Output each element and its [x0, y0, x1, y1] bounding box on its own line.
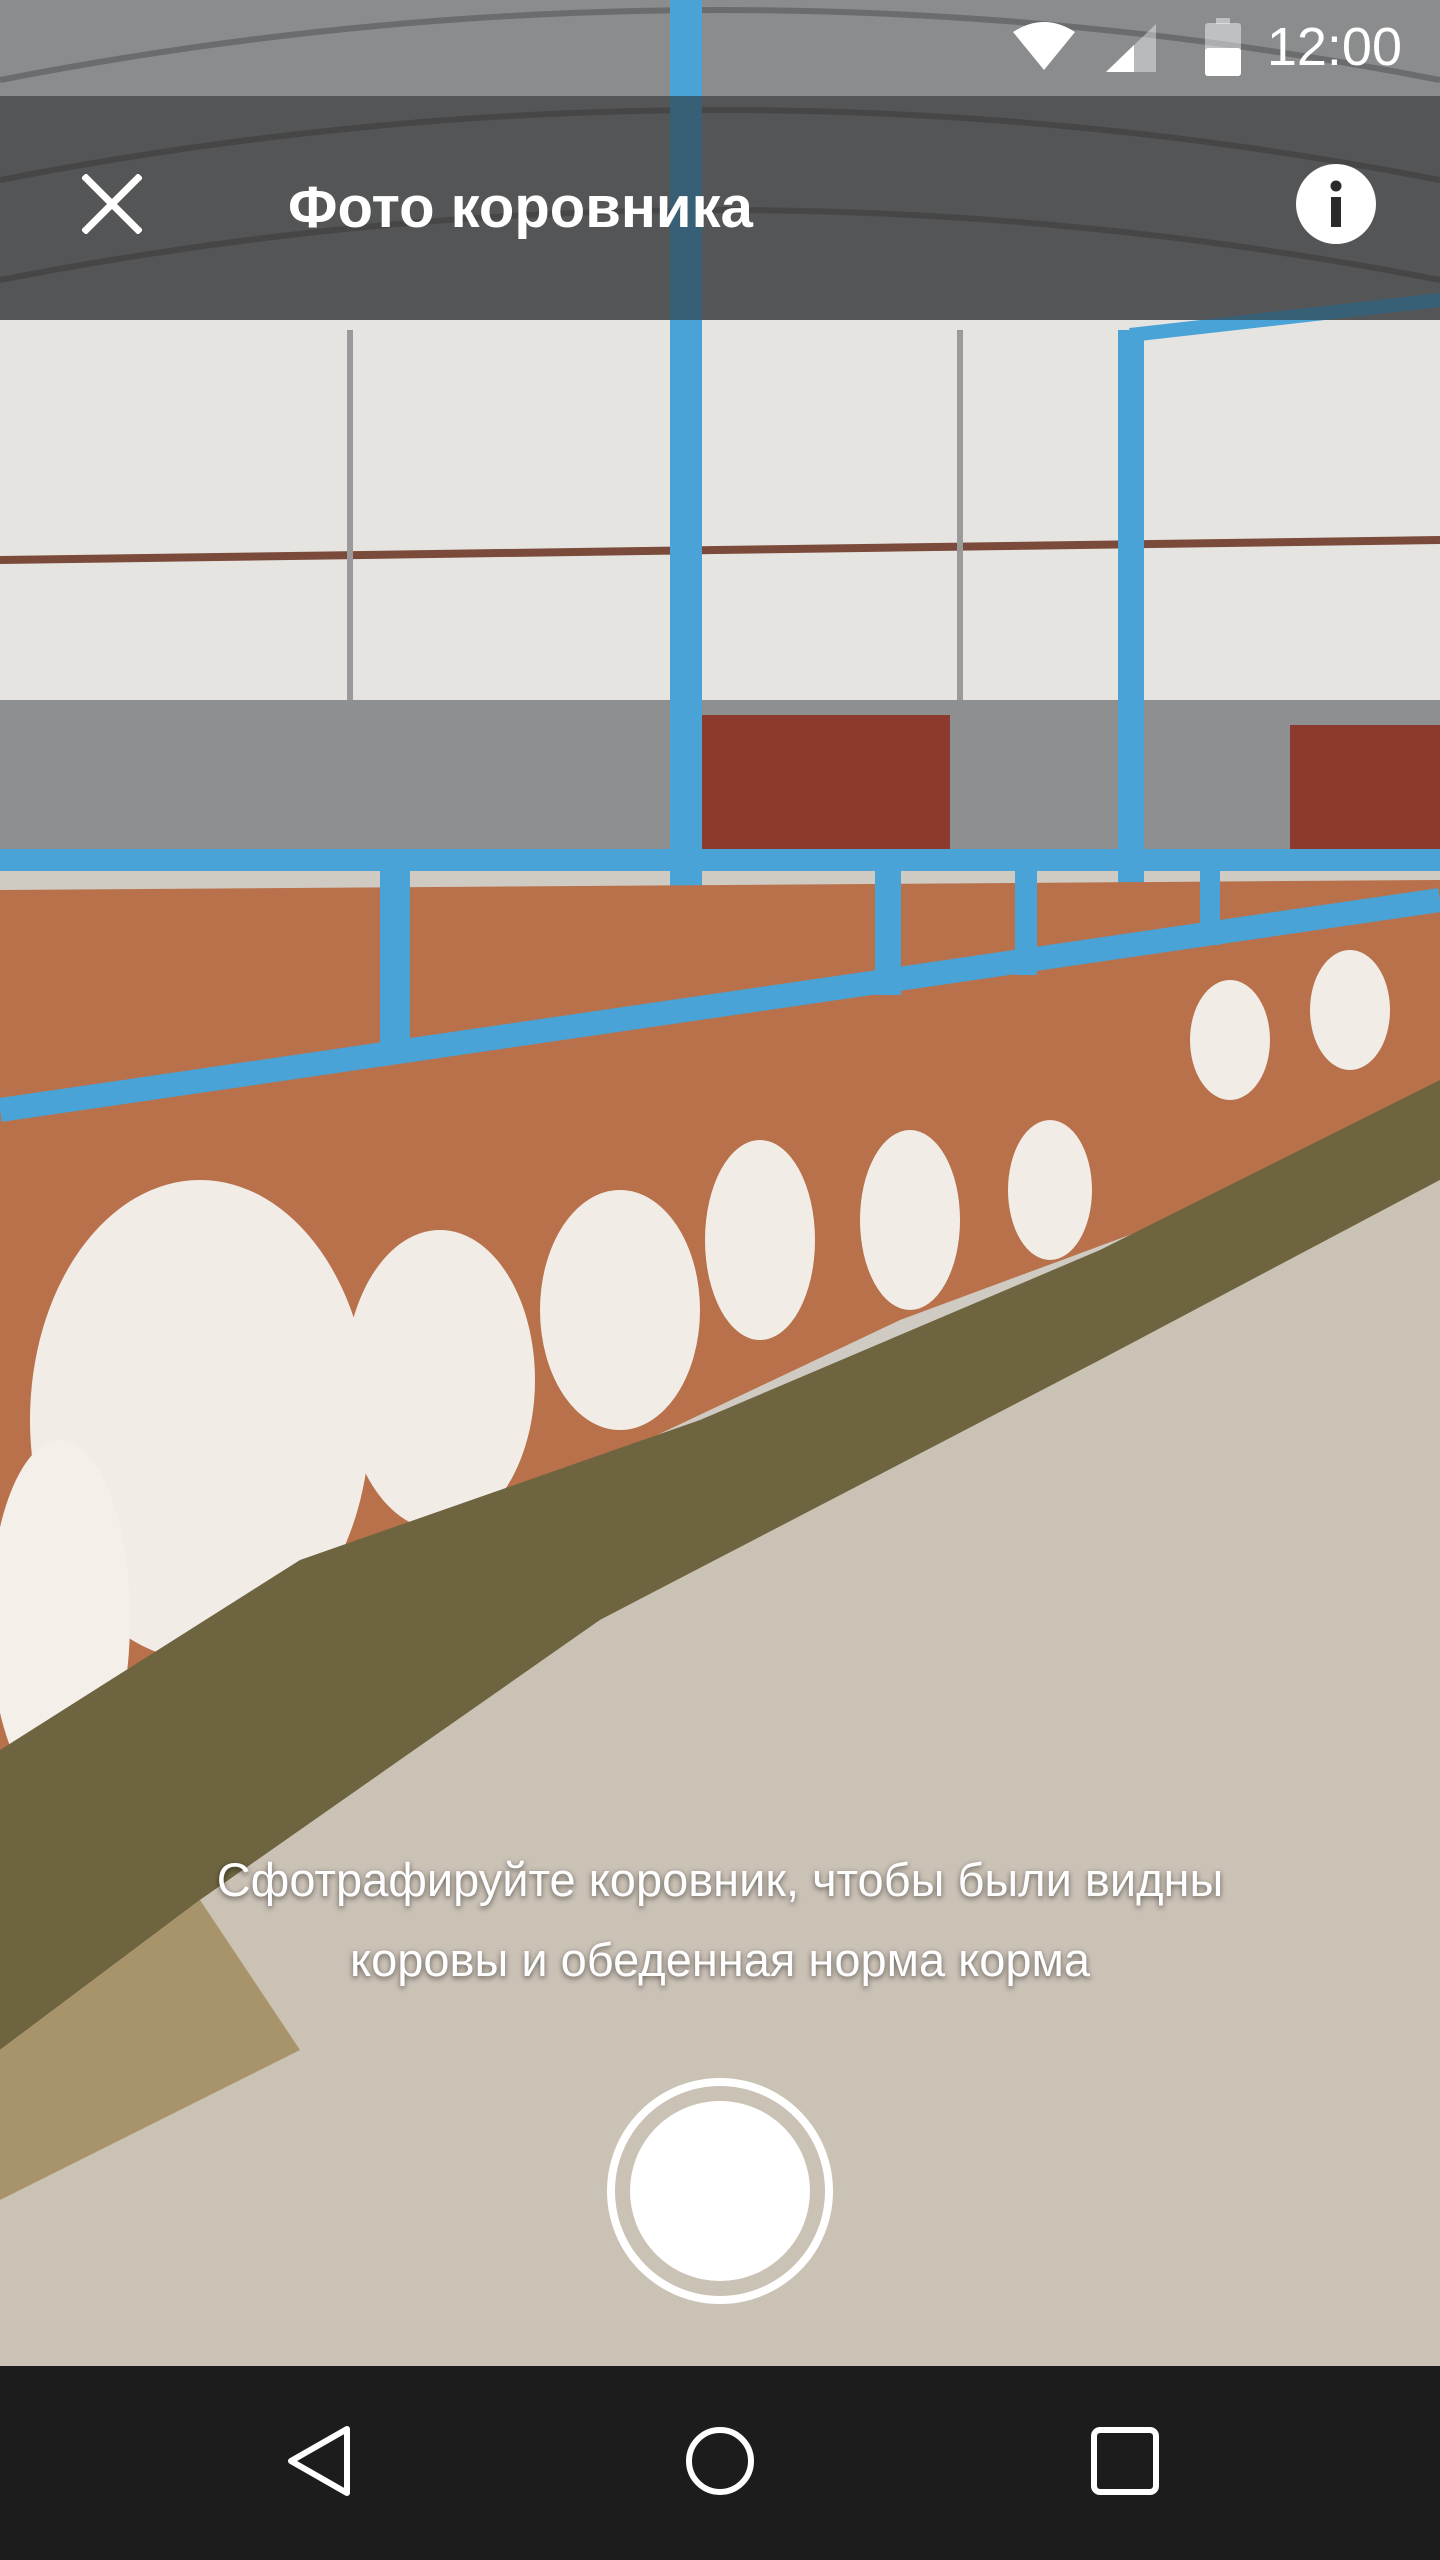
back-button[interactable]: [260, 2403, 380, 2523]
shutter-icon: [630, 2101, 810, 2281]
hint-line-2: коровы и обеденная норма корма: [350, 1933, 1090, 1986]
status-time: 12:00: [1266, 17, 1402, 77]
camera-viewfinder: [0, 0, 1440, 2366]
camera-screen: 12:00 Фото коровника Сфотрафируйте коров…: [0, 0, 1440, 2560]
app-bar: Фото коровника: [0, 96, 1440, 320]
hint-line-1: Сфотрафируйте коровник, чтобы были видны: [216, 1853, 1224, 1906]
cell-signal-icon: [1106, 24, 1156, 76]
back-icon: [285, 2424, 355, 2502]
status-bar: 12:00: [0, 0, 1440, 96]
info-button[interactable]: [1284, 154, 1388, 258]
close-button[interactable]: [60, 154, 164, 258]
battery-icon: [1205, 18, 1241, 80]
close-icon: [81, 173, 143, 238]
barn-scene-image: [0, 0, 1440, 2366]
navigation-bar: [0, 2366, 1440, 2560]
page-title: Фото коровника: [288, 175, 753, 240]
home-button[interactable]: [660, 2403, 780, 2523]
home-icon: [684, 2425, 756, 2501]
wifi-icon: [1013, 22, 1075, 76]
shutter-button[interactable]: [607, 2078, 833, 2304]
recents-button[interactable]: [1065, 2403, 1185, 2523]
info-icon: [1296, 164, 1376, 248]
camera-hint: Сфотрафируйте коровник, чтобы были видны…: [0, 1840, 1440, 2000]
recents-icon: [1090, 2426, 1160, 2500]
